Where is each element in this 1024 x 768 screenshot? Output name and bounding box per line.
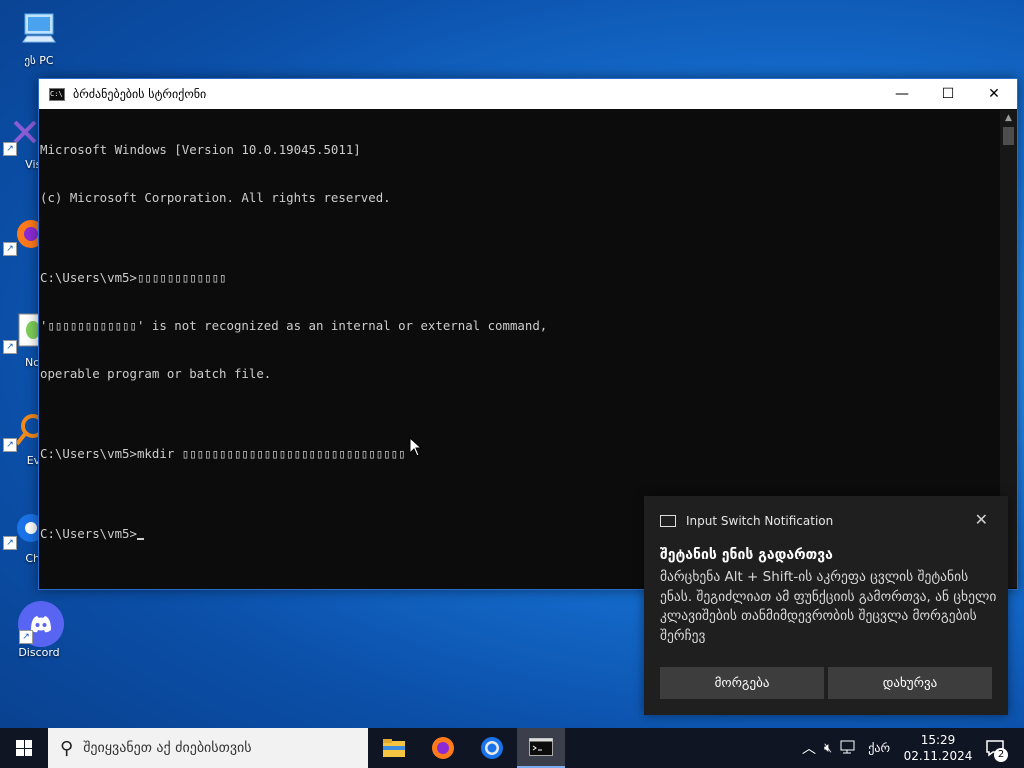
mouse-pointer-icon bbox=[409, 436, 423, 461]
start-button[interactable] bbox=[0, 728, 48, 768]
cmd-app-icon: C:\ bbox=[49, 87, 65, 101]
console-line: '▯▯▯▯▯▯▯▯▯▯▯▯' is not recognized as an i… bbox=[40, 318, 548, 333]
notification-title: შეტანის ენის გადართვა bbox=[660, 547, 833, 563]
show-hidden-icons-chevron-icon[interactable]: ︿ bbox=[800, 738, 818, 758]
shortcut-arrow-icon: ↗ bbox=[19, 630, 33, 644]
taskbar-search-box[interactable]: ⚲ შეიყვანეთ აქ ძიებისთვის bbox=[48, 728, 368, 768]
taskbar: ⚲ შეიყვანეთ აქ ძიებისთვის ︿ 🔇︎ ქარ 15:29… bbox=[0, 728, 1024, 768]
shortcut-arrow-icon: ↗ bbox=[3, 242, 17, 256]
console-prompt: C:\Users\vm5> bbox=[40, 526, 137, 541]
clock-time: 15:29 bbox=[920, 733, 956, 747]
text-cursor bbox=[136, 538, 144, 540]
network-icon[interactable] bbox=[840, 740, 858, 757]
folder-icon bbox=[383, 739, 405, 757]
search-placeholder: შეიყვანეთ აქ ძიებისთვის bbox=[83, 740, 252, 756]
customize-button[interactable]: მორგება bbox=[660, 667, 824, 699]
clock-date: 02.11.2024 bbox=[903, 749, 973, 763]
discord-icon: ↗ bbox=[17, 600, 64, 647]
window-title: ბრძანებების სტრიქონი bbox=[73, 87, 207, 101]
chrome-icon bbox=[481, 737, 503, 759]
shortcut-arrow-icon: ↗ bbox=[3, 142, 17, 156]
action-center-button[interactable]: 2 bbox=[980, 728, 1010, 768]
console-line: operable program or batch file. bbox=[40, 366, 272, 381]
search-icon: ⚲ bbox=[60, 737, 74, 759]
system-tray: ︿ 🔇︎ ქარ bbox=[800, 728, 890, 768]
input-switch-notification[interactable]: Input Switch Notification ✕ შეტანის ენის… bbox=[644, 496, 1008, 715]
desktop-icon-this-pc[interactable]: ეს PC bbox=[4, 8, 74, 67]
taskbar-file-explorer[interactable] bbox=[370, 728, 418, 768]
notification-body: მარცხენა Alt + Shift-ის აკრეფა ცვლის შეტ… bbox=[660, 569, 997, 644]
desktop-icon-label: ეს PC bbox=[24, 54, 54, 67]
computer-icon bbox=[17, 8, 61, 52]
taskbar-chrome[interactable] bbox=[468, 728, 516, 768]
console-line: Microsoft Windows [Version 10.0.19045.50… bbox=[40, 142, 361, 157]
close-window-button[interactable]: ✕ bbox=[971, 79, 1017, 109]
clock[interactable]: 15:29 02.11.2024 bbox=[903, 728, 973, 768]
maximize-button[interactable]: ☐ bbox=[925, 79, 971, 109]
scroll-up-arrow-icon[interactable]: ▲ bbox=[1000, 110, 1017, 126]
notification-count-badge: 2 bbox=[994, 748, 1008, 762]
taskbar-command-prompt[interactable] bbox=[517, 728, 565, 768]
shortcut-arrow-icon: ↗ bbox=[3, 438, 17, 452]
desktop-icon-discord[interactable]: ↗ Discord bbox=[4, 600, 74, 659]
console-line: (c) Microsoft Corporation. All rights re… bbox=[40, 190, 391, 205]
volume-muted-icon[interactable]: 🔇︎ bbox=[824, 741, 832, 756]
console-line: C:\Users\vm5>mkdir ▯▯▯▯▯▯▯▯▯▯▯▯▯▯▯▯▯▯▯▯▯… bbox=[40, 446, 406, 461]
console-line: C:\Users\vm5>▯▯▯▯▯▯▯▯▯▯▯▯ bbox=[40, 270, 227, 285]
dismiss-button[interactable]: დახურვა bbox=[828, 667, 992, 699]
notification-close-button[interactable]: ✕ bbox=[975, 510, 988, 529]
taskbar-firefox[interactable] bbox=[419, 728, 467, 768]
keyboard-icon bbox=[660, 515, 676, 527]
notification-app-name: Input Switch Notification bbox=[686, 514, 834, 528]
windows-logo-icon bbox=[16, 740, 32, 756]
shortcut-arrow-icon: ↗ bbox=[3, 340, 17, 354]
window-titlebar[interactable]: C:\ ბრძანებების სტრიქონი — ☐ ✕ bbox=[39, 79, 1017, 109]
input-language-indicator[interactable]: ქარ bbox=[868, 741, 890, 755]
scrollbar-thumb[interactable] bbox=[1003, 127, 1014, 145]
firefox-icon bbox=[432, 737, 454, 759]
shortcut-arrow-icon: ↗ bbox=[3, 536, 17, 550]
terminal-icon bbox=[529, 738, 553, 756]
minimize-button[interactable]: — bbox=[879, 79, 925, 109]
